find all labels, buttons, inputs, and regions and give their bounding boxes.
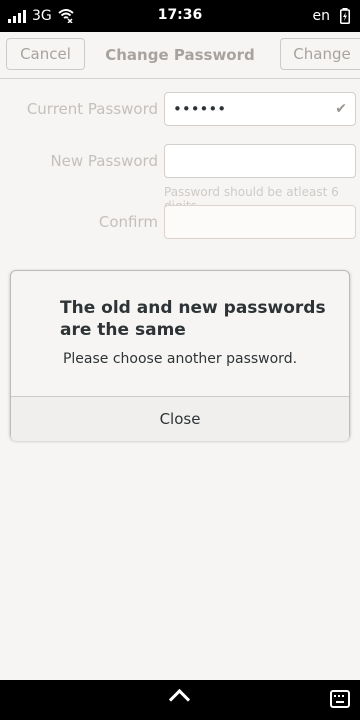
new-password-field[interactable]	[164, 144, 356, 178]
status-time: 17:36	[157, 7, 203, 23]
language-indicator: en	[312, 8, 331, 24]
status-bar: 3G 17:36 en	[0, 0, 360, 32]
dialog-message: Please choose another password.	[62, 351, 298, 367]
current-password-field[interactable]: •••••• ✔	[164, 92, 356, 126]
check-icon: ✔	[335, 101, 347, 117]
error-dialog: The old and new passwords are the same P…	[10, 270, 350, 441]
current-password-label: Current Password	[26, 100, 158, 118]
dialog-title: The old and new passwords are the same	[60, 298, 326, 340]
bottom-bar	[0, 680, 360, 720]
chevron-up-icon[interactable]	[168, 688, 191, 711]
status-right: en	[312, 8, 350, 24]
confirm-password-label: Confirm	[98, 213, 158, 231]
current-password-value: ••••••	[173, 100, 227, 118]
new-password-label: New Password	[50, 152, 158, 170]
battery-charging-icon	[340, 8, 350, 24]
change-button[interactable]: Change	[280, 38, 360, 70]
password-form: Current Password •••••• ✔ New Password P…	[0, 78, 360, 258]
confirm-password-field[interactable]	[164, 205, 356, 239]
header-bar: Cancel Change Password Change	[0, 32, 360, 79]
keyboard-icon[interactable]	[330, 690, 350, 708]
close-button[interactable]: Close	[11, 396, 349, 441]
